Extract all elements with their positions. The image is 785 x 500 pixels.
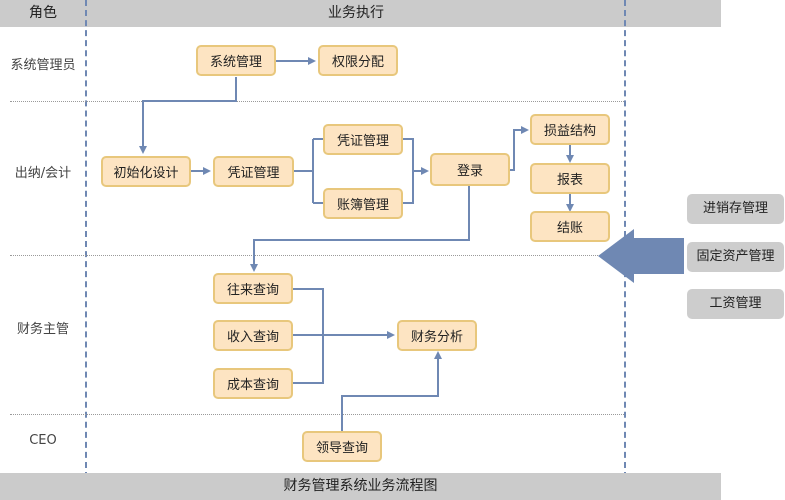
connector-voucher-to-join [403,138,414,204]
node-ar-ap-query: 往来查询 [213,273,293,304]
node-leader-query: 领导查询 [302,431,382,462]
node-system-management: 系统管理 [196,45,276,76]
node-login: 登录 [430,153,510,186]
module-payroll-management: 工资管理 [687,289,784,319]
footer-title: 财务管理系统业务流程图 [0,473,721,500]
module-fixed-asset-management: 固定资产管理 [687,242,784,272]
node-voucher-management: 凭证管理 [213,156,294,187]
node-cost-query: 成本查询 [213,368,293,399]
node-voucher-management-branch: 凭证管理 [323,124,403,155]
node-closing: 结账 [530,211,610,242]
connector-leader-to-analysis [341,351,442,431]
node-profit-loss-structure: 损益结构 [530,114,610,145]
node-finance-analysis: 财务分析 [397,320,477,351]
module-inventory-management: 进销存管理 [687,194,784,224]
node-income-query: 收入查询 [213,320,293,351]
big-inflow-arrow-shape [598,229,684,283]
node-permission-assignment: 权限分配 [318,45,398,76]
connector-sys-to-init [139,77,237,154]
node-report: 报表 [530,163,610,194]
node-ledger-management: 账簿管理 [323,188,403,219]
connector-login-to-profit [510,126,529,171]
node-initialization-design: 初始化设计 [101,156,191,187]
